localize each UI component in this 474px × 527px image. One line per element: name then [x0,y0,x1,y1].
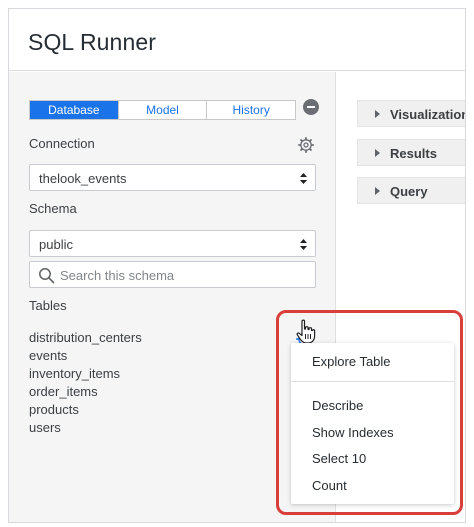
schema-select-value: public [39,237,73,252]
table-item-distribution-centers[interactable]: distribution_centers [29,329,229,347]
tables-list: distribution_centers events inventory_it… [29,329,229,437]
schema-search-box[interactable] [29,261,316,288]
section-visualization[interactable]: Visualization [357,100,466,127]
schema-search-input[interactable] [60,265,310,285]
connection-select[interactable]: thelook_events [29,164,316,191]
source-tabs: Database Model History [29,100,296,120]
tab-history[interactable]: History [207,101,295,119]
connection-label: Connection [29,136,95,151]
table-item-inventory-items[interactable]: inventory_items [29,365,229,383]
section-results-label: Results [390,146,437,161]
table-item-products[interactable]: products [29,401,229,419]
schema-label: Schema [29,201,77,216]
menu-item-select-10[interactable]: Select 10 [312,451,366,466]
connection-settings-gear-icon[interactable] [298,137,314,153]
schema-select[interactable]: public [29,230,316,257]
section-query-label: Query [390,184,428,199]
table-item-events[interactable]: events [29,347,229,365]
table-context-menu: Explore Table Describe Show Indexes Sele… [291,343,454,504]
menu-item-explore-table[interactable]: Explore Table [312,354,391,369]
tab-database[interactable]: Database [30,101,119,119]
menu-divider [291,381,454,382]
page-title: SQL Runner [28,29,156,55]
hand-pointer-cursor [296,319,316,344]
header: SQL Runner [9,9,465,71]
menu-item-show-indexes[interactable]: Show Indexes [312,425,394,440]
select-arrows-icon [300,239,307,250]
caret-right-icon [375,110,380,118]
tab-model[interactable]: Model [119,101,208,119]
search-icon [39,268,55,284]
caret-right-icon [375,187,380,195]
select-arrows-icon [300,173,307,184]
caret-right-icon [375,149,380,157]
table-item-users[interactable]: users [29,419,229,437]
menu-item-describe[interactable]: Describe [312,398,363,413]
collapse-panel-button[interactable] [303,99,319,115]
connection-select-value: thelook_events [39,171,127,186]
left-panel: Database Model History Connection theloo… [9,72,336,522]
tables-label: Tables [29,298,67,313]
section-visualization-label: Visualization [390,107,466,122]
menu-item-count[interactable]: Count [312,478,347,493]
section-query[interactable]: Query [357,177,465,204]
table-item-order-items[interactable]: order_items [29,383,229,401]
section-results[interactable]: Results [357,139,465,166]
